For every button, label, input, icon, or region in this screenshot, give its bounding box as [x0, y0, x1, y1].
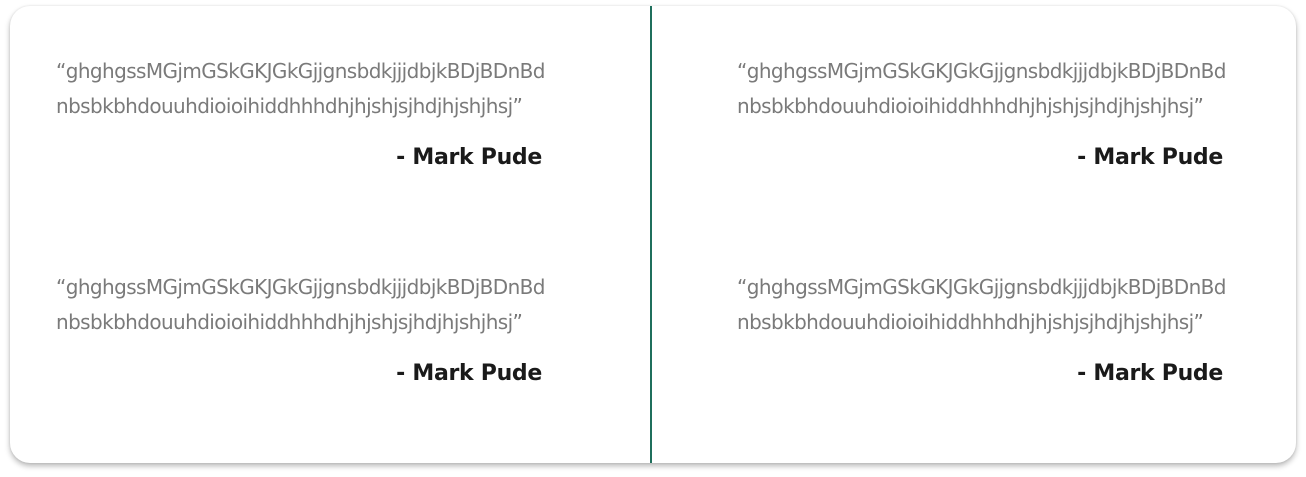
testimonial-author: - Mark Pude: [396, 361, 542, 386]
testimonial-item: “ghghgssMGjmGSkGKJGkGjjgnsbdkjjjdbjkBDjB…: [737, 54, 1227, 173]
testimonial-quote: “ghghgssMGjmGSkGKJGkGjjgnsbdkjjjdbjkBDjB…: [737, 275, 1226, 334]
testimonials-card: “ghghgssMGjmGSkGKJGkGjjgnsbdkjjjdbjkBDjB…: [10, 6, 1296, 463]
testimonials-column-left: “ghghgssMGjmGSkGKJGkGjjgnsbdkjjjdbjkBDjB…: [56, 6, 546, 463]
testimonial-author: - Mark Pude: [1077, 145, 1223, 170]
testimonial-quote: “ghghgssMGjmGSkGKJGkGjjgnsbdkjjjdbjkBDjB…: [56, 275, 545, 334]
testimonials-column-right: “ghghgssMGjmGSkGKJGkGjjgnsbdkjjjdbjkBDjB…: [737, 6, 1227, 463]
testimonial-item: “ghghgssMGjmGSkGKJGkGjjgnsbdkjjjdbjkBDjB…: [737, 270, 1227, 389]
testimonial-quote: “ghghgssMGjmGSkGKJGkGjjgnsbdkjjjdbjkBDjB…: [56, 59, 545, 118]
testimonial-author: - Mark Pude: [1077, 361, 1223, 386]
testimonial-item: “ghghgssMGjmGSkGKJGkGjjgnsbdkjjjdbjkBDjB…: [56, 270, 546, 389]
column-divider: [650, 6, 652, 463]
testimonial-author: - Mark Pude: [396, 145, 542, 170]
testimonial-quote: “ghghgssMGjmGSkGKJGkGjjgnsbdkjjjdbjkBDjB…: [737, 59, 1226, 118]
testimonial-item: “ghghgssMGjmGSkGKJGkGjjgnsbdkjjjdbjkBDjB…: [56, 54, 546, 173]
